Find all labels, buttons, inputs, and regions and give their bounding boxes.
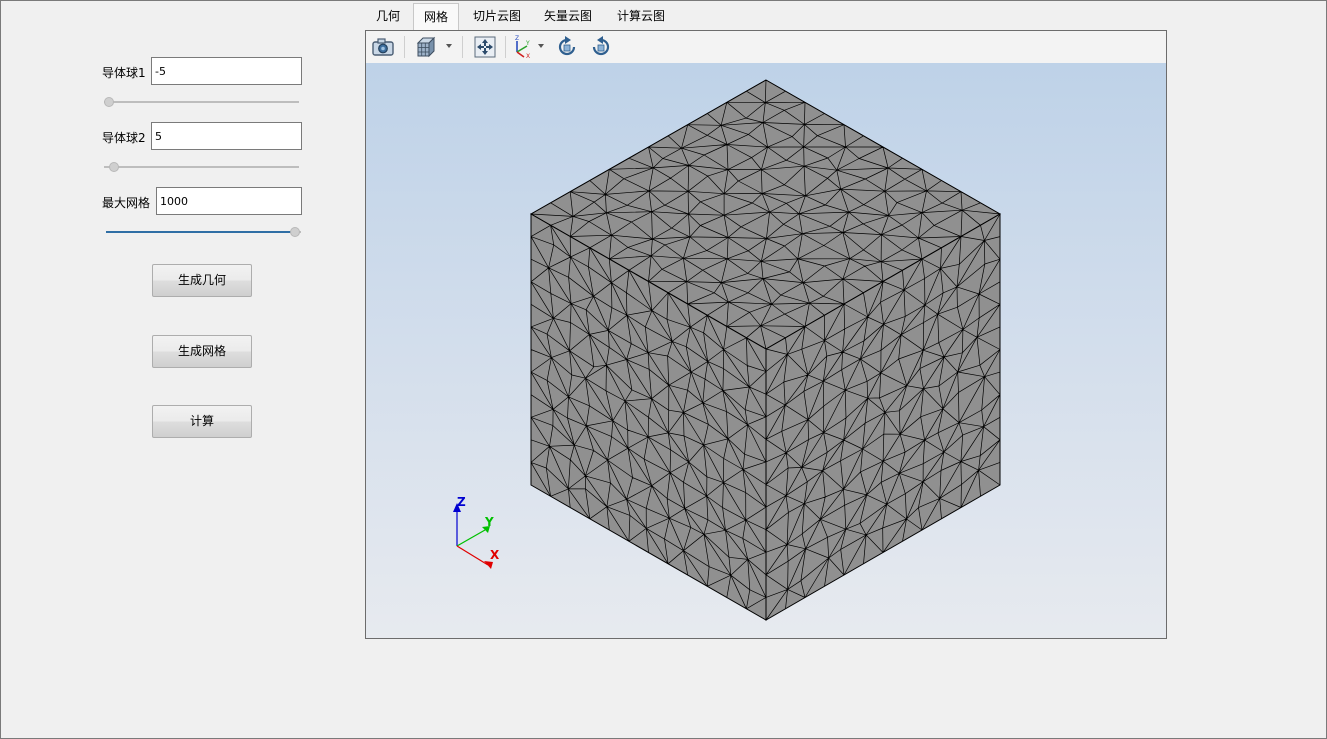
x-axis-line <box>456 545 489 566</box>
meshed-cube <box>529 79 1002 621</box>
sphere2-input[interactable] <box>151 122 302 150</box>
toolbar-separator <box>404 36 405 58</box>
toolbar-separator <box>505 36 506 58</box>
sphere2-label: 导体球2 <box>102 131 146 145</box>
generate-geometry-button[interactable]: 生成几何 <box>152 264 252 297</box>
x-axis-label: X <box>490 548 500 562</box>
tab-compute-contour[interactable]: 计算云图 <box>610 3 672 30</box>
axes-triad: Z Y X <box>453 495 500 569</box>
sphere1-label: 导体球1 <box>102 66 146 80</box>
toolbar-separator <box>462 36 463 58</box>
x-axis-arrow <box>484 561 493 569</box>
fit-view-icon[interactable] <box>473 35 497 59</box>
sphere2-slider[interactable] <box>104 160 299 174</box>
slider-fill <box>106 231 294 233</box>
y-axis-line <box>456 529 486 547</box>
svg-text:Y: Y <box>525 40 530 47</box>
view-cube-icon[interactable] <box>415 35 439 59</box>
svg-text:Z: Z <box>515 35 519 42</box>
slider-track <box>104 166 299 168</box>
tab-mesh[interactable]: 网格 <box>413 3 459 30</box>
y-axis-label: Y <box>484 515 494 529</box>
axes-dropdown-arrow[interactable] <box>538 44 544 48</box>
slider-handle[interactable] <box>109 162 119 172</box>
slider-handle[interactable] <box>290 227 300 237</box>
max-mesh-slider[interactable] <box>106 225 301 239</box>
compute-button[interactable]: 计算 <box>152 405 252 438</box>
slider-handle[interactable] <box>104 97 114 107</box>
svg-text:X: X <box>526 53 530 59</box>
view-dropdown-arrow[interactable] <box>446 44 452 48</box>
tab-vector-contour[interactable]: 矢量云图 <box>537 3 599 30</box>
tab-slice-contour[interactable]: 切片云图 <box>466 3 528 30</box>
mesh-viewer: Z Y X Z Y X <box>365 30 1167 639</box>
z-axis-label: Z <box>457 495 466 509</box>
3d-viewport[interactable]: Z Y X <box>366 63 1166 638</box>
tab-geometry[interactable]: 几何 <box>368 3 408 30</box>
mesh-render: Z Y X <box>453 79 1002 621</box>
max-mesh-label: 最大网格 <box>102 196 151 210</box>
sphere1-input[interactable] <box>151 57 302 85</box>
rotate-ccw-icon[interactable] <box>555 35 579 59</box>
generate-mesh-button[interactable]: 生成网格 <box>152 335 252 368</box>
rotate-cw-icon[interactable] <box>589 35 613 59</box>
slider-track <box>104 101 299 103</box>
axes-orientation-icon[interactable]: Z Y X <box>509 35 533 59</box>
sphere1-slider[interactable] <box>104 95 299 109</box>
viewer-toolbar: Z Y X <box>366 31 1166 64</box>
max-mesh-input[interactable] <box>156 187 302 215</box>
camera-icon[interactable] <box>371 35 395 59</box>
